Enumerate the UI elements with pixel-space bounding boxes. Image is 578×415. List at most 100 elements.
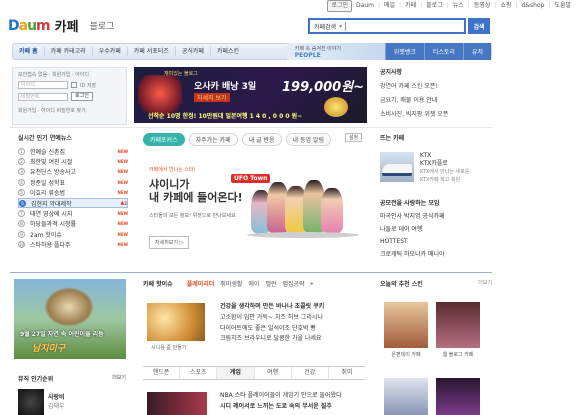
list-item[interactable]: 마곡인사 박지엉 공식카페: [380, 211, 492, 220]
rank-text[interactable]: 스타하용 플다주: [30, 240, 118, 249]
skin-more-link[interactable]: 더보기: [478, 279, 492, 288]
rank-text[interactable]: 하당들과격 시청률: [30, 219, 118, 228]
subtab[interactable]: 건강: [292, 367, 329, 379]
ranking-item[interactable]: 5 이효리 류승범 NEW: [18, 188, 128, 198]
list-item[interactable]: 나들로 데이 여행: [380, 224, 492, 233]
skin-caption[interactable]: 웹 블로그 카페: [436, 351, 480, 358]
rank-text[interactable]: 김현지 악대제작: [31, 199, 120, 208]
rank-text[interactable]: 태연 영상에 시지: [30, 209, 118, 218]
search-button[interactable]: 검색: [468, 18, 490, 34]
music-item[interactable]: 사랑비 김태우: [48, 393, 65, 411]
hot-item[interactable]: 크림치즈 브라우니로 달콤한 가을 나세요: [220, 334, 324, 345]
shopping-link[interactable]: 쇼핑: [497, 1, 514, 11]
tab-notifications[interactable]: 내 동업 알림: [285, 133, 331, 146]
chevron-down-icon[interactable]: ▾: [339, 23, 342, 30]
rank-text[interactable]: 한예슬 신촌집: [30, 147, 118, 156]
search-input[interactable]: [345, 21, 464, 31]
login-link[interactable]: 로그인: [327, 0, 353, 12]
help-link[interactable]: 도움말: [551, 1, 574, 11]
hot-item[interactable]: 고소함이 입안 가득~ 치즈 허브 그리시니: [220, 313, 324, 324]
album-cover[interactable]: [18, 389, 44, 415]
ranking-item[interactable]: 4 정준일 성학표 NEW: [18, 177, 128, 187]
ranking-item[interactable]: 2 최한빛 여친 시절 NEW: [18, 156, 128, 166]
daum-link[interactable]: Daum: [353, 1, 377, 11]
rank-text[interactable]: 유천딘스 방송사고: [30, 167, 118, 176]
ranking-item[interactable]: 7 태연 영상에 시지 NEW: [18, 208, 128, 218]
video-link[interactable]: 동영상: [471, 1, 494, 11]
ranking-item[interactable]: 8 하당들과격 시청률 NEW: [18, 219, 128, 229]
subtab[interactable]: 핸드폰: [143, 367, 181, 379]
site-logo[interactable]: Daum 카페 블로그: [8, 16, 115, 36]
mail-link[interactable]: 메일: [381, 1, 398, 11]
food-caption[interactable]: 시니용 좀 만들기: [151, 344, 186, 351]
user-button[interactable]: 유저: [462, 43, 491, 60]
list-heading[interactable]: 공모전을 사랑하는 모임: [380, 198, 492, 207]
hot-tab[interactable]: 맵집공략: [283, 279, 305, 288]
ktx-cafe-info[interactable]: KTX KTX카플로 KTX에서 만나는 새로운 KTX카페 최고 회원: [420, 152, 469, 184]
song-title[interactable]: 사랑비: [48, 393, 65, 402]
game-item[interactable]: 시디 레이서로 느끼는 도쿄 속의 무서운 질주: [220, 401, 342, 412]
nav-official-cafe[interactable]: 공식카페: [176, 47, 211, 56]
dshop-link[interactable]: d&shop: [519, 1, 548, 11]
hot-item[interactable]: 건강을 생각하며 만든 바나나 초콜릿 쿠키: [220, 302, 324, 313]
skin-thumbnail[interactable]: [436, 302, 480, 348]
notice-item[interactable]: 소비사진, 빅지팡 위젯 오픈: [380, 109, 492, 118]
nav-cafe-home[interactable]: 카페 홈: [13, 47, 45, 56]
game-item[interactable]: NBA 스타 플레이어들이 게임기 안으로 들어왔다: [220, 390, 342, 401]
daum-logo[interactable]: Daum: [8, 18, 51, 34]
hot-item[interactable]: 다이어트에도 좋은 일석이조 단호박 빵: [220, 324, 324, 335]
subtab[interactable]: 취미: [329, 367, 365, 379]
login-button[interactable]: 로그인: [71, 92, 93, 101]
settings-button[interactable]: 설정: [345, 133, 363, 142]
cafe-logo-text[interactable]: 카페: [55, 16, 79, 35]
tab-cafe-focus[interactable]: 카페포커스: [143, 133, 185, 146]
nav-best-cafe[interactable]: 우수카페: [93, 47, 128, 56]
skin-thumbnail[interactable]: [384, 302, 428, 348]
subtab[interactable]: 여행: [255, 367, 292, 379]
tab-frequent-cafe[interactable]: 자주가는 카페: [188, 133, 238, 146]
ranking-item-selected[interactable]: 6 김현지 악대제작 ▲ 2: [18, 197, 128, 209]
subtab-active[interactable]: 게임: [217, 367, 255, 379]
notice-item[interactable]: 강연어 카페 스킨 오픈!: [380, 81, 492, 90]
rank-text[interactable]: 최한빛 여친 시절: [30, 157, 118, 166]
list-item[interactable]: 크로캐틱 하모니카 매니아: [380, 249, 492, 258]
travel-banner[interactable]: 재미있는 블로그 오사카 배낭 3일 자세히 보기 199,000원~ 선착순 …: [134, 67, 367, 123]
skin-caption[interactable]: 온편데이 카페: [384, 351, 428, 358]
subtab[interactable]: 스포츠: [180, 367, 218, 379]
chevron-right-icon[interactable]: ▸: [311, 280, 314, 287]
nav-supporters[interactable]: 카페 서포터즈: [128, 47, 176, 56]
game-thumbnail[interactable]: [147, 392, 207, 415]
login-links[interactable]: 회원가입 · 아이디 비밀번호 찾기: [18, 107, 121, 114]
rank-text[interactable]: 정준일 성학표: [30, 178, 118, 187]
feature-detail-button[interactable]: 자세히보기 ▷: [149, 236, 190, 249]
ktx-thumbnail[interactable]: [380, 152, 414, 182]
tab-my-post-reaction[interactable]: 내 글 반응: [241, 133, 282, 146]
promo-banner[interactable]: 9월 27일 자연 속 어린이들 리듬 남지미구: [14, 279, 126, 359]
rank-text[interactable]: 2am 핫이슈: [30, 230, 118, 239]
id-input[interactable]: 아이디: [18, 81, 68, 89]
search-scope-select[interactable]: 카페검색: [314, 22, 336, 31]
notice-item[interactable]: 금요기, 매물 이용 안내: [380, 95, 492, 104]
hot-tab[interactable]: 플레이리더: [187, 279, 215, 288]
ranking-item[interactable]: 1 한예슬 신촌집 NEW: [18, 146, 128, 156]
widget-bank-button[interactable]: 위젯뱅크: [384, 43, 424, 60]
cafe-link[interactable]: 카페: [402, 1, 419, 11]
nav-cafe-skin[interactable]: 카페스킨: [211, 47, 245, 56]
people-banner[interactable]: 카페 속 숨겨진 이야기 PEOPLE: [286, 43, 385, 60]
search-box[interactable]: 카페검색 ▾: [308, 18, 466, 34]
food-thumbnail[interactable]: [147, 303, 205, 341]
news-link[interactable]: 뉴스: [450, 1, 467, 11]
ranking-item[interactable]: 3 유천딘스 방송사고 NEW: [18, 167, 128, 177]
skin-thumbnail[interactable]: [436, 378, 480, 415]
music-more-link[interactable]: 더보기: [112, 374, 126, 383]
nav-category[interactable]: 카페 카테고리: [45, 47, 93, 56]
skin-thumbnail[interactable]: [384, 378, 428, 415]
hot-tab[interactable]: 밸런: [265, 279, 276, 288]
ranking-item[interactable]: 9 2am 핫이슈 NEW: [18, 229, 128, 239]
hot-tab[interactable]: 에이: [248, 279, 259, 288]
hot-tab[interactable]: 취미생활: [220, 279, 242, 288]
tistory-button[interactable]: 티스토리: [423, 43, 463, 60]
blog-link[interactable]: 블로그: [423, 1, 446, 11]
ranking-item[interactable]: 10 스타하용 플다주 NEW: [18, 240, 128, 250]
blog-tab[interactable]: 블로그: [90, 19, 115, 32]
